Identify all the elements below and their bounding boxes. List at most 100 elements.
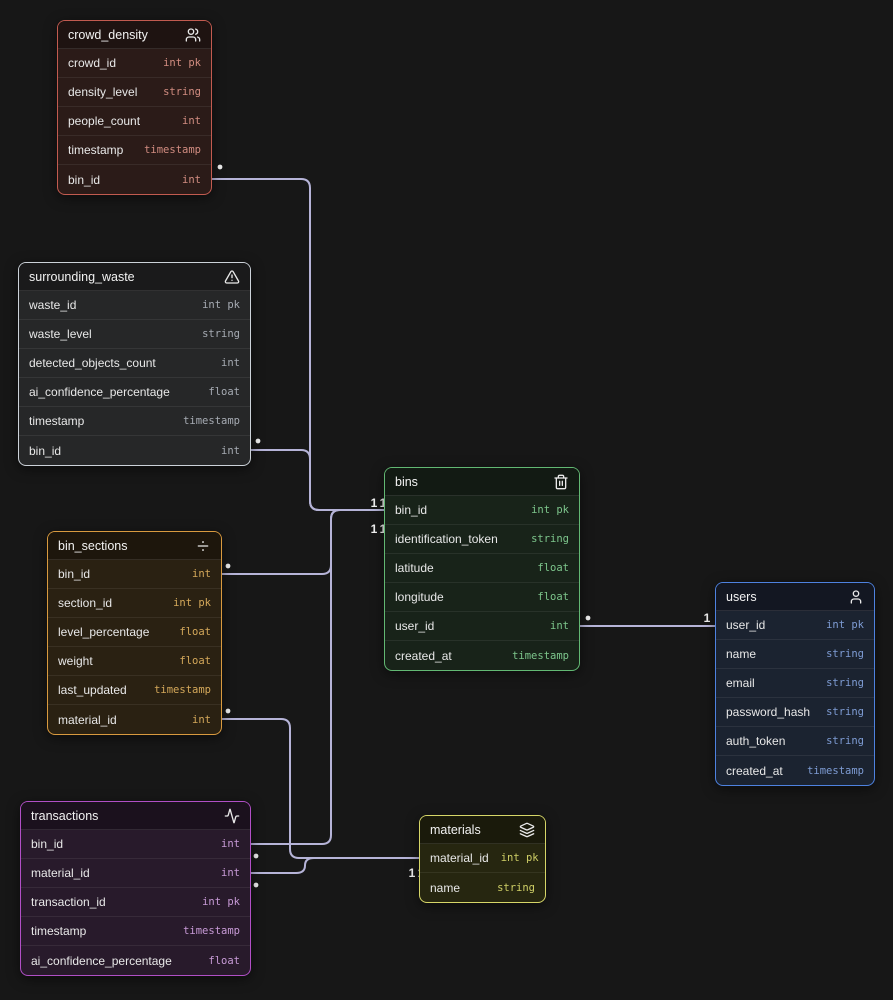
many-side-marker-crowd_density.bin_id: [217, 164, 223, 170]
user-icon: [848, 589, 864, 605]
relationship-transactions.material_id-to-materials.material_id[interactable]: [251, 857, 419, 874]
relationship-transactions.bin_id-to-bins.bin_id[interactable]: [251, 509, 384, 845]
field-row-users-name[interactable]: name string: [716, 640, 874, 669]
field-type: float: [208, 954, 240, 967]
field-row-surrounding_waste-detected_objects_count[interactable]: detected_objects_count int: [19, 349, 250, 378]
field-row-transactions-material_id[interactable]: material_id int: [21, 859, 250, 888]
relationship-bin_sections.material_id-to-materials.material_id[interactable]: [222, 718, 419, 859]
field-type: int: [550, 620, 569, 632]
field-type: float: [208, 386, 240, 398]
table-header-transactions[interactable]: transactions: [21, 802, 250, 830]
field-row-surrounding_waste-ai_confidence_percentage[interactable]: ai_confidence_percentage float: [19, 378, 250, 407]
field-name: timestamp: [31, 924, 87, 938]
field-row-users-email[interactable]: email string: [716, 669, 874, 698]
field-row-bins-latitude[interactable]: latitude float: [385, 554, 579, 583]
field-row-bins-bin_id[interactable]: bin_id int pk: [385, 496, 579, 525]
table-surrounding_waste[interactable]: surrounding_waste waste_id int pk waste_lev…: [18, 262, 251, 466]
field-row-surrounding_waste-waste_id[interactable]: waste_id int pk: [19, 291, 250, 320]
field-name: auth_token: [726, 734, 786, 748]
many-side-marker-surrounding_waste.bin_id: [255, 438, 261, 444]
field-row-users-created_at[interactable]: created_at timestamp: [716, 756, 874, 785]
table-bin_sections[interactable]: bin_sections bin_id int section_id int pk lev…: [47, 531, 222, 735]
table-users[interactable]: users user_id int pk name string email string p…: [715, 582, 875, 786]
field-type: string: [497, 881, 535, 894]
field-row-transactions-transaction_id[interactable]: transaction_id int pk: [21, 888, 250, 917]
field-row-bin_sections-section_id[interactable]: section_id int pk: [48, 589, 221, 618]
field-row-bins-identification_token[interactable]: identification_token string: [385, 525, 579, 554]
table-header-surrounding_waste[interactable]: surrounding_waste: [19, 263, 250, 291]
table-name: bins: [395, 474, 418, 489]
field-type: int: [192, 713, 211, 726]
field-row-transactions-ai_confidence_percentage[interactable]: ai_confidence_percentage float: [21, 946, 250, 975]
field-row-materials-name[interactable]: name string: [420, 873, 545, 902]
er-diagram-canvas[interactable]: 1111111 crowd_densitycrowd_idint pkdensi…: [0, 0, 893, 1000]
field-row-crowd_density-people_count[interactable]: people_count int: [58, 107, 211, 136]
field-name: email: [726, 676, 755, 690]
many-side-marker-bin_sections.material_id: [225, 708, 231, 714]
field-row-bins-created_at[interactable]: created_at timestamp: [385, 641, 579, 670]
field-type: timestamp: [512, 649, 569, 662]
field-row-crowd_density-timestamp[interactable]: timestamp timestamp: [58, 136, 211, 165]
many-side-marker-bins.user_id: [585, 615, 591, 621]
field-row-crowd_density-density_level[interactable]: density_level string: [58, 78, 211, 107]
divide-icon: [195, 538, 211, 554]
field-name: ai_confidence_percentage: [31, 953, 172, 968]
cardinality-label-bins.bin_id: 1: [371, 522, 378, 536]
field-row-surrounding_waste-bin_id[interactable]: bin_id int: [19, 436, 250, 465]
table-header-crowd_density[interactable]: crowd_density: [58, 21, 211, 49]
field-row-users-password_hash[interactable]: password_hash string: [716, 698, 874, 727]
cardinality-label-materials.material_id: 1: [409, 866, 416, 880]
field-name: name: [430, 880, 461, 895]
field-row-bin_sections-last_updated[interactable]: last_updated timestamp: [48, 676, 221, 705]
table-materials[interactable]: materials material_id int pk name string: [419, 815, 546, 903]
field-name: password_hash: [726, 705, 811, 719]
users-icon: [185, 27, 201, 43]
field-row-bin_sections-level_percentage[interactable]: level_percentage float: [48, 618, 221, 647]
field-row-crowd_density-crowd_id[interactable]: crowd_id int pk: [58, 49, 211, 78]
field-name: created_at: [726, 763, 783, 778]
field-type: string: [531, 533, 569, 545]
field-name: timestamp: [29, 414, 85, 428]
relationship-surrounding_waste.bin_id-to-bins.bin_id[interactable]: [251, 449, 384, 511]
table-bins[interactable]: bins bin_id int pk identification_token stri…: [384, 467, 580, 671]
table-transactions[interactable]: transactions bin_id int material_id int trans…: [20, 801, 251, 976]
field-name: longitude: [395, 590, 444, 604]
table-header-bins[interactable]: bins: [385, 468, 579, 496]
field-row-bins-longitude[interactable]: longitude float: [385, 583, 579, 612]
field-name: bin_id: [395, 503, 428, 517]
field-type: timestamp: [144, 144, 201, 156]
field-name: user_id: [395, 619, 435, 633]
field-row-users-auth_token[interactable]: auth_token string: [716, 727, 874, 756]
field-type: int: [221, 838, 240, 850]
field-row-crowd_density-bin_id[interactable]: bin_id int: [58, 165, 211, 194]
field-row-surrounding_waste-waste_level[interactable]: waste_level string: [19, 320, 250, 349]
field-row-users-user_id[interactable]: user_id int pk: [716, 611, 874, 640]
field-name: crowd_id: [68, 56, 117, 70]
field-name: level_percentage: [58, 625, 150, 639]
field-type: string: [826, 677, 864, 689]
table-crowd_density[interactable]: crowd_density crowd_id int pk density_level…: [57, 20, 212, 195]
table-name: crowd_density: [68, 27, 148, 42]
field-type: timestamp: [183, 925, 240, 937]
table-header-bin_sections[interactable]: bin_sections: [48, 532, 221, 560]
field-name: bin_id: [31, 837, 64, 851]
table-header-materials[interactable]: materials: [420, 816, 545, 844]
field-type: timestamp: [154, 684, 211, 696]
many-side-marker-transactions.bin_id: [253, 853, 259, 859]
field-name: material_id: [58, 712, 117, 727]
field-row-transactions-bin_id[interactable]: bin_id int: [21, 830, 250, 859]
field-row-transactions-timestamp[interactable]: timestamp timestamp: [21, 917, 250, 946]
field-row-surrounding_waste-timestamp[interactable]: timestamp timestamp: [19, 407, 250, 436]
field-row-bin_sections-bin_id[interactable]: bin_id int: [48, 560, 221, 589]
field-type: int: [221, 444, 240, 457]
field-row-materials-material_id[interactable]: material_id int pk: [420, 844, 545, 873]
field-row-bins-user_id[interactable]: user_id int: [385, 612, 579, 641]
field-name: identification_token: [395, 532, 498, 546]
field-row-bin_sections-material_id[interactable]: material_id int: [48, 705, 221, 734]
field-row-bin_sections-weight[interactable]: weight float: [48, 647, 221, 676]
table-header-users[interactable]: users: [716, 583, 874, 611]
field-name: density_level: [68, 85, 138, 99]
table-name: bin_sections: [58, 538, 128, 553]
relationship-bin_sections.bin_id-to-bins.bin_id[interactable]: [222, 509, 384, 575]
field-name: created_at: [395, 648, 452, 663]
